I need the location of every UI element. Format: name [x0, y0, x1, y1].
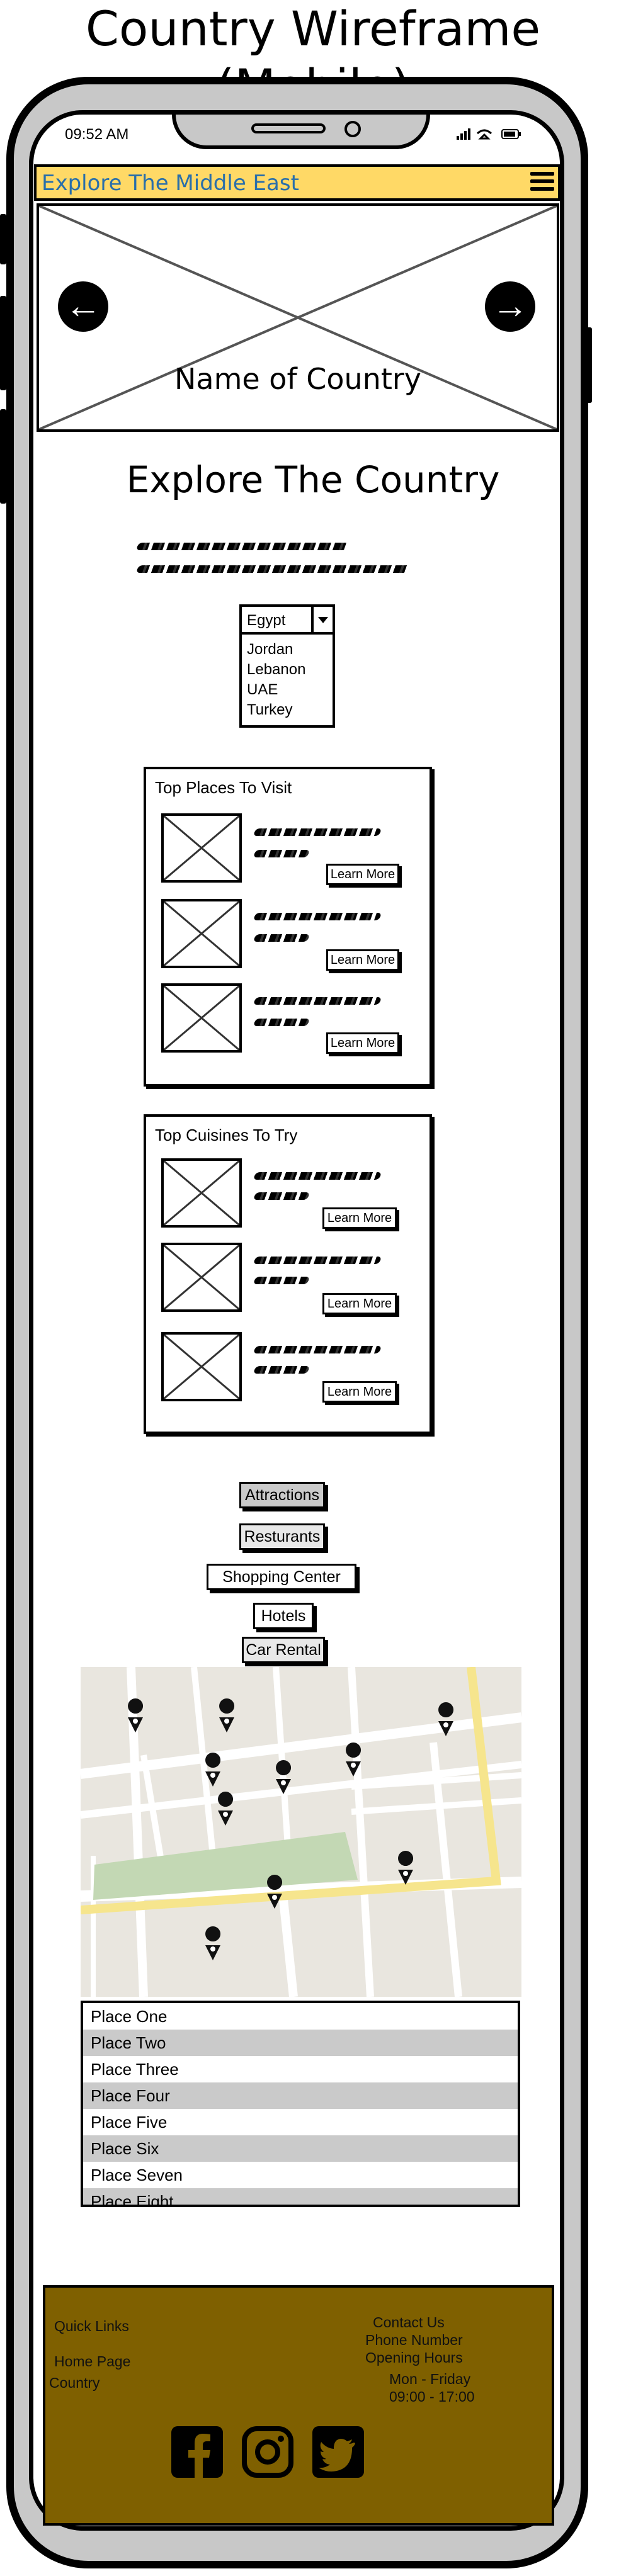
placeholder-text-line	[253, 1366, 310, 1374]
category-restaurants-button[interactable]: Resturants	[239, 1523, 325, 1550]
placeholder-text-line	[253, 1192, 310, 1200]
phone-power-button	[586, 327, 592, 403]
footer-phone-number: Phone Number	[365, 2332, 463, 2348]
image-placeholder	[161, 1332, 242, 1401]
footer-hours: 09:00 - 17:00	[389, 2388, 475, 2405]
hamburger-icon[interactable]	[530, 172, 554, 195]
list-item[interactable]: Place Five	[83, 2109, 518, 2135]
category-attractions-button[interactable]: Attractions	[239, 1482, 325, 1508]
arrow-right-icon[interactable]: →	[485, 281, 535, 332]
chevron-down-icon[interactable]	[311, 607, 333, 632]
footer-link-country[interactable]: Country	[49, 2375, 100, 2392]
category-shopping-button[interactable]: Shopping Center	[207, 1564, 356, 1590]
placeholder-text-line	[253, 828, 382, 836]
top-nav-bar: Explore The Middle East	[34, 164, 561, 201]
card-title: Top Cuisines To Try	[155, 1126, 298, 1144]
list-item[interactable]: Place Six	[83, 2135, 518, 2162]
map-pins	[128, 1698, 454, 1960]
placeholder-text-line	[135, 565, 411, 573]
phone-volume-up	[0, 296, 6, 390]
footer-opening-hours: Opening Hours	[365, 2349, 463, 2366]
card-title: Top Places To Visit	[155, 778, 292, 797]
list-item[interactable]: Place Three	[83, 2056, 518, 2082]
image-placeholder	[161, 813, 242, 883]
speaker-grille	[251, 123, 326, 133]
arrow-left-icon[interactable]: ←	[58, 281, 108, 332]
dropdown-selected: Egypt	[247, 612, 286, 629]
top-places-card: Top Places To Visit Learn More Learn Mor…	[144, 767, 432, 1087]
image-placeholder	[161, 899, 242, 968]
placeholder-text-line	[253, 1257, 382, 1264]
list-item[interactable]: Place One	[83, 2003, 518, 2030]
image-placeholder	[161, 1243, 242, 1312]
signal-icon	[457, 128, 521, 140]
learn-more-button[interactable]: Learn More	[322, 1207, 397, 1229]
country-option[interactable]: Jordan	[247, 640, 333, 660]
list-item[interactable]: Place Two	[83, 2030, 518, 2056]
facebook-icon[interactable]	[171, 2426, 223, 2478]
phone-notch	[172, 115, 430, 149]
placeholder-text-line	[253, 913, 382, 920]
placeholder-text-line	[135, 543, 350, 550]
placeholder-text-line	[253, 1277, 310, 1284]
country-option[interactable]: Lebanon	[247, 660, 333, 680]
hero-carousel: ← → Name of Country	[37, 203, 559, 432]
list-item[interactable]: Place Four	[83, 2082, 518, 2109]
place-list[interactable]: Place One Place Two Place Three Place Fo…	[81, 2001, 520, 2207]
learn-more-button[interactable]: Learn More	[322, 1293, 397, 1314]
category-hotels-button[interactable]: Hotels	[253, 1603, 314, 1629]
learn-more-button[interactable]: Learn More	[322, 1381, 397, 1403]
list-item[interactable]: Place Seven	[83, 2162, 518, 2188]
country-option[interactable]: UAE	[247, 680, 333, 700]
footer-quick-links-title: Quick Links	[54, 2318, 129, 2334]
image-placeholder	[161, 1158, 242, 1228]
placeholder-text-line	[253, 997, 382, 1005]
map-view[interactable]	[81, 1667, 521, 1997]
learn-more-button[interactable]: Learn More	[326, 1032, 399, 1054]
nav-title[interactable]: Explore The Middle East	[42, 171, 299, 196]
country-option[interactable]: Turkey	[247, 700, 333, 720]
country-dropdown[interactable]: Egypt	[239, 604, 335, 635]
country-options-list: Jordan Lebanon UAE Turkey	[239, 635, 335, 728]
placeholder-text-line	[253, 1346, 382, 1353]
placeholder-text-line	[253, 934, 310, 942]
learn-more-button[interactable]: Learn More	[326, 949, 399, 971]
placeholder-text-line	[253, 1019, 310, 1026]
camera-icon	[344, 121, 361, 137]
category-car-rental-button[interactable]: Car Rental	[242, 1637, 325, 1663]
phone-mute-switch	[0, 214, 6, 264]
status-icons	[457, 126, 526, 142]
list-item[interactable]: Place Eight	[83, 2188, 518, 2205]
footer-contact-us[interactable]: Contact Us	[373, 2314, 445, 2331]
footer-days: Mon - Friday	[389, 2371, 471, 2387]
footer-link-home[interactable]: Home Page	[54, 2353, 130, 2370]
image-placeholder	[161, 983, 242, 1053]
placeholder-text-line	[253, 1172, 382, 1180]
placeholder-text-line	[253, 850, 310, 857]
status-time: 09:52 AM	[65, 126, 129, 143]
twitter-icon[interactable]	[312, 2426, 364, 2478]
hero-caption: Name of Country	[174, 362, 422, 396]
footer: Quick Links Home Page Country Contact Us…	[43, 2285, 554, 2526]
section-heading: Explore The Country	[126, 458, 500, 501]
top-cuisines-card: Top Cuisines To Try Learn More Learn Mor…	[144, 1114, 432, 1434]
learn-more-button[interactable]: Learn More	[326, 864, 399, 885]
instagram-icon[interactable]	[242, 2426, 293, 2478]
